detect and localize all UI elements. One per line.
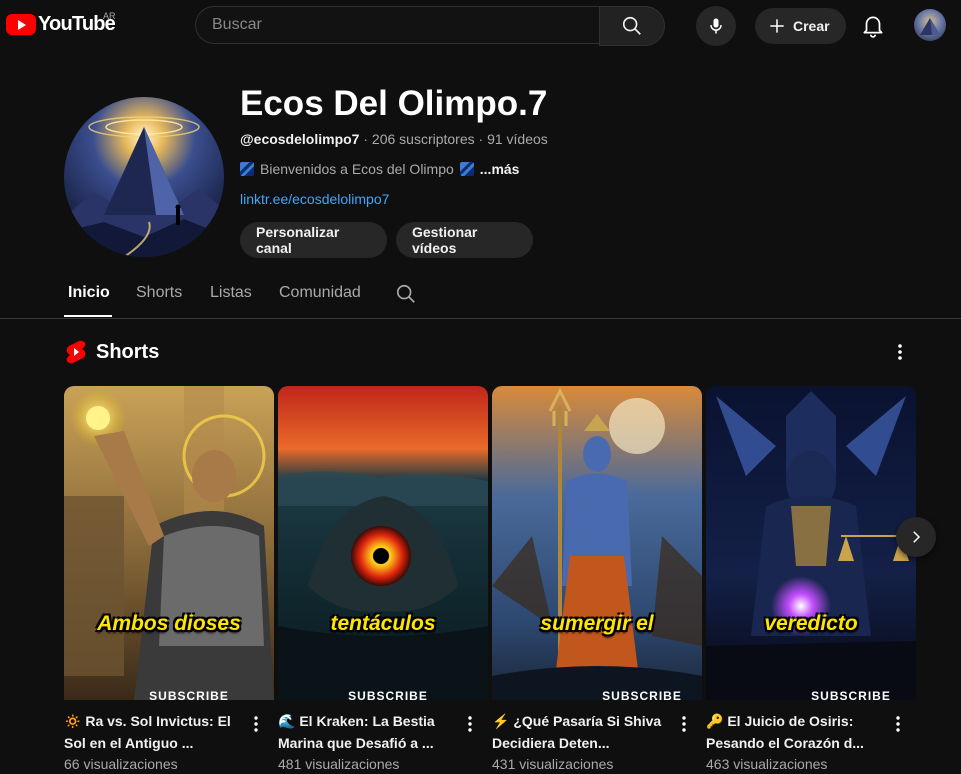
short-title-text: El Kraken: La Bestia Marina que Desafió …: [278, 713, 435, 751]
short-thumbnail[interactable]: veredicto SUBSCRIBE: [706, 386, 916, 700]
carousel-next-button[interactable]: [896, 517, 936, 557]
tab-comunidad[interactable]: Comunidad: [279, 284, 361, 302]
subscribe-overlay: SUBSCRIBE: [602, 689, 682, 700]
youtube-play-icon: [6, 14, 36, 35]
notifications-button[interactable]: [860, 12, 886, 43]
search-input[interactable]: [195, 6, 599, 44]
short-caption: sumergir el: [540, 612, 654, 635]
youtube-logo[interactable]: YouTube AR: [6, 11, 116, 36]
subscribe-overlay: SUBSCRIBE: [811, 689, 891, 700]
description-text: Bienvenidos a Ecos del Olimpo: [260, 161, 454, 177]
shorts-icon: [66, 340, 86, 364]
channel-link[interactable]: linktr.ee/ecosdelolimpo7: [240, 191, 389, 207]
short-title: 🔑 El Juicio de Osiris: Pesando el Corazó…: [706, 710, 886, 754]
short-thumbnail[interactable]: Ambos dioses SUBSCRIBE: [64, 386, 274, 700]
channel-search-button[interactable]: [395, 283, 417, 310]
channel-stats: · 206 suscriptores · 91 vídeos: [359, 131, 548, 147]
section-title: Shorts: [96, 340, 160, 363]
short-card[interactable]: tentáculos SUBSCRIBE 🌊 El Kraken: La Bes…: [278, 386, 488, 772]
tab-listas[interactable]: Listas: [210, 284, 252, 302]
short-thumbnail[interactable]: tentáculos SUBSCRIBE: [278, 386, 488, 700]
channel-handle: @ecosdelolimpo7: [240, 131, 360, 147]
flag-emoji-icon: [240, 162, 254, 176]
short-views: 431 visualizaciones: [492, 756, 614, 772]
short-more-button[interactable]: [462, 714, 478, 739]
create-button[interactable]: Crear: [755, 8, 846, 44]
shorts-section-header: Shorts: [66, 340, 159, 364]
customize-channel-button[interactable]: Personalizar canal: [240, 222, 387, 258]
short-more-button[interactable]: [890, 714, 906, 739]
short-title: 🌊 El Kraken: La Bestia Marina que Desafi…: [278, 710, 458, 754]
short-more-button[interactable]: [676, 714, 692, 739]
short-views: 481 visualizaciones: [278, 756, 400, 772]
short-card[interactable]: sumergir el SUBSCRIBE ⚡ ¿Qué Pasaría Si …: [492, 386, 702, 772]
tab-shorts[interactable]: Shorts: [136, 284, 182, 302]
short-title: ⚡ ¿Qué Pasaría Si Shiva Decidiera Deten.…: [492, 710, 672, 754]
top-bar: YouTube AR Crear: [0, 0, 961, 52]
subscribe-overlay: SUBSCRIBE: [149, 689, 229, 700]
flag-emoji-icon: [459, 162, 474, 176]
short-views: 463 visualizaciones: [706, 756, 828, 772]
more-vertical-icon: [898, 344, 902, 360]
country-code: AR: [103, 11, 116, 21]
more-link[interactable]: ...más: [480, 161, 520, 177]
channel-name: Ecos Del Olimpo.7: [240, 84, 548, 123]
channel-avatar: [64, 97, 224, 257]
chevron-right-icon: [913, 531, 921, 543]
active-tab-indicator: [64, 315, 112, 317]
short-more-button[interactable]: [248, 714, 264, 739]
short-title-text: El Juicio de Osiris: Pesando el Corazón …: [706, 713, 864, 751]
subscribe-overlay: SUBSCRIBE: [348, 689, 428, 700]
short-emoji: 🌊: [278, 713, 296, 729]
bell-icon: [863, 16, 883, 38]
search-button[interactable]: [599, 6, 665, 46]
short-title: 🔅 Ra vs. Sol Invictus: El Sol en el Anti…: [64, 710, 244, 754]
channel-meta: @ecosdelolimpo7 · 206 suscriptores · 91 …: [240, 131, 548, 147]
channel-description[interactable]: Bienvenidos a Ecos del Olimpo ...más: [240, 161, 519, 177]
short-emoji: 🔑: [706, 713, 724, 729]
short-emoji: ⚡: [492, 713, 510, 729]
short-card[interactable]: veredicto SUBSCRIBE 🔑 El Juicio de Osiri…: [706, 386, 916, 772]
manage-videos-button[interactable]: Gestionar vídeos: [396, 222, 533, 258]
more-vertical-icon: [682, 716, 686, 732]
short-title-text: Ra vs. Sol Invictus: El Sol en el Antigu…: [64, 713, 231, 751]
voice-search-button[interactable]: [696, 6, 736, 46]
short-card[interactable]: Ambos dioses SUBSCRIBE 🔅 Ra vs. Sol Invi…: [64, 386, 274, 772]
search-bar: [195, 6, 665, 46]
short-caption: Ambos dioses: [97, 612, 241, 635]
short-emoji: 🔅: [64, 713, 82, 729]
create-label: Crear: [793, 18, 830, 34]
short-title-text: ¿Qué Pasaría Si Shiva Decidiera Deten...: [492, 713, 662, 751]
search-icon: [396, 284, 415, 303]
account-avatar[interactable]: [914, 9, 946, 41]
short-caption: tentáculos: [330, 612, 436, 635]
more-vertical-icon: [254, 716, 258, 732]
mic-icon: [710, 18, 722, 34]
short-caption: veredicto: [764, 612, 858, 635]
short-views: 66 visualizaciones: [64, 756, 178, 772]
search-icon: [622, 16, 641, 35]
short-thumbnail[interactable]: sumergir el SUBSCRIBE: [492, 386, 702, 700]
plus-icon: [770, 19, 784, 33]
more-vertical-icon: [896, 716, 900, 732]
tab-inicio[interactable]: Inicio: [68, 284, 110, 302]
more-vertical-icon: [468, 716, 472, 732]
channel-tabs: Inicio Shorts Listas Comunidad: [0, 270, 961, 319]
section-more-button[interactable]: [890, 342, 910, 367]
